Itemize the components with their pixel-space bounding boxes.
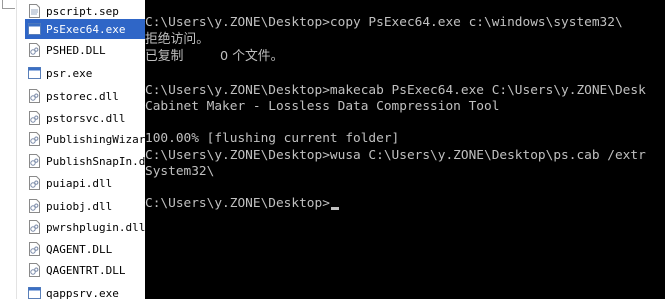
dll-icon — [28, 43, 41, 57]
console-text: Cabinet Maker - Lossless Data Compressio… — [145, 99, 500, 114]
file-name: pwrshplugin.dll — [46, 220, 145, 234]
text-cursor — [330, 207, 339, 210]
tree-pane-edge — [0, 0, 18, 299]
console-line: C:\Users\y.ZONE\Desktop>copy PsExec64.ex… — [145, 15, 623, 31]
file-name: pstorsvc.dll — [46, 111, 126, 125]
dll-icon — [28, 111, 41, 125]
console-text: 拒绝访问。 — [145, 32, 209, 47]
file-name: qappsrv.exe — [46, 286, 119, 299]
file-name: PsExec64.exe — [46, 22, 126, 36]
file-name: QAGENTRT.DLL — [46, 263, 126, 277]
file-name: puiapi.dll — [46, 176, 113, 190]
file-name: pstorec.dll — [46, 89, 119, 103]
exe-icon — [28, 22, 41, 36]
dll-icon — [28, 154, 41, 168]
file-name: QAGENT.DLL — [46, 242, 113, 256]
console-line: Cabinet Maker - Lossless Data Compressio… — [145, 99, 499, 115]
screen: pscript.sep PsExec64.exe PSHED.DLL psr.exe p… — [0, 0, 665, 299]
dll-icon — [28, 89, 41, 103]
console-window[interactable]: C:\Users\y.ZONE\Desktop>copy PsExec64.ex… — [145, 0, 665, 299]
file-item[interactable]: qappsrv.exe — [25, 283, 145, 299]
dll-icon — [28, 220, 41, 234]
file-name: pscript.sep — [46, 4, 119, 18]
file-item[interactable]: PSHED.DLL — [25, 40, 145, 60]
console-text: System32\ — [145, 164, 215, 179]
console-line: C:\Users\y.ZONE\Desktop>makecab PsExec64… — [145, 83, 646, 99]
file-item[interactable]: puiobj.dll — [25, 196, 145, 216]
console-line: System32\ — [145, 164, 214, 180]
file-name: PSHED.DLL — [46, 43, 106, 57]
console-line: C:\Users\y.ZONE\Desktop>wusa C:\Users\y.… — [145, 148, 646, 164]
exe-icon — [28, 66, 41, 80]
dll-icon — [28, 176, 41, 190]
console-line: 100.00% [flushing current folder] — [145, 131, 399, 147]
pane-divider[interactable] — [16, 0, 17, 299]
dll-icon — [28, 132, 41, 146]
dll-icon — [28, 199, 41, 213]
console-text: C:\Users\y.ZONE\Desktop>makecab PsExec64… — [145, 83, 646, 98]
file-name: PublishSnapIn.dl — [46, 154, 145, 168]
file-item[interactable]: puiapi.dll — [25, 173, 145, 193]
console-text: C:\Users\y.ZONE\Desktop>copy PsExec64.ex… — [145, 15, 623, 30]
console-line: 已复制 0 个文件。 — [145, 49, 283, 65]
file-name: PublishingWizard — [46, 132, 145, 146]
file-item[interactable]: psr.exe — [25, 63, 145, 83]
file-name: puiobj.dll — [46, 199, 113, 213]
file-item[interactable]: QAGENT.DLL — [25, 239, 145, 259]
console-text: C:\Users\y.ZONE\Desktop>wusa C:\Users\y.… — [145, 148, 646, 163]
console-line: 拒绝访问。 — [145, 32, 209, 48]
tree-connector-icon — [2, 0, 15, 9]
dll-icon — [28, 263, 41, 277]
file-item[interactable]: PublishingWizard — [25, 129, 145, 149]
file-item[interactable]: pstorsvc.dll — [25, 108, 145, 128]
dll-icon — [28, 242, 41, 256]
console-text: C:\Users\y.ZONE\Desktop> — [145, 196, 330, 211]
console-line: C:\Users\y.ZONE\Desktop> — [145, 196, 339, 212]
file-item[interactable]: PublishSnapIn.dl — [25, 151, 145, 171]
file-name: psr.exe — [46, 66, 93, 80]
file-item[interactable]: pscript.sep — [25, 1, 145, 21]
exe-icon — [28, 286, 41, 299]
file-item[interactable]: pstorec.dll — [25, 86, 145, 106]
console-text: 100.00% [flushing current folder] — [145, 131, 400, 146]
file-item[interactable]: pwrshplugin.dll — [25, 217, 145, 237]
file-item[interactable]: PsExec64.exe — [25, 19, 145, 39]
document-icon — [28, 4, 41, 18]
console-text: 已复制 0 个文件。 — [145, 49, 284, 64]
file-list-pane[interactable]: pscript.sep PsExec64.exe PSHED.DLL psr.exe p… — [0, 0, 145, 299]
file-item[interactable]: QAGENTRT.DLL — [25, 260, 145, 280]
